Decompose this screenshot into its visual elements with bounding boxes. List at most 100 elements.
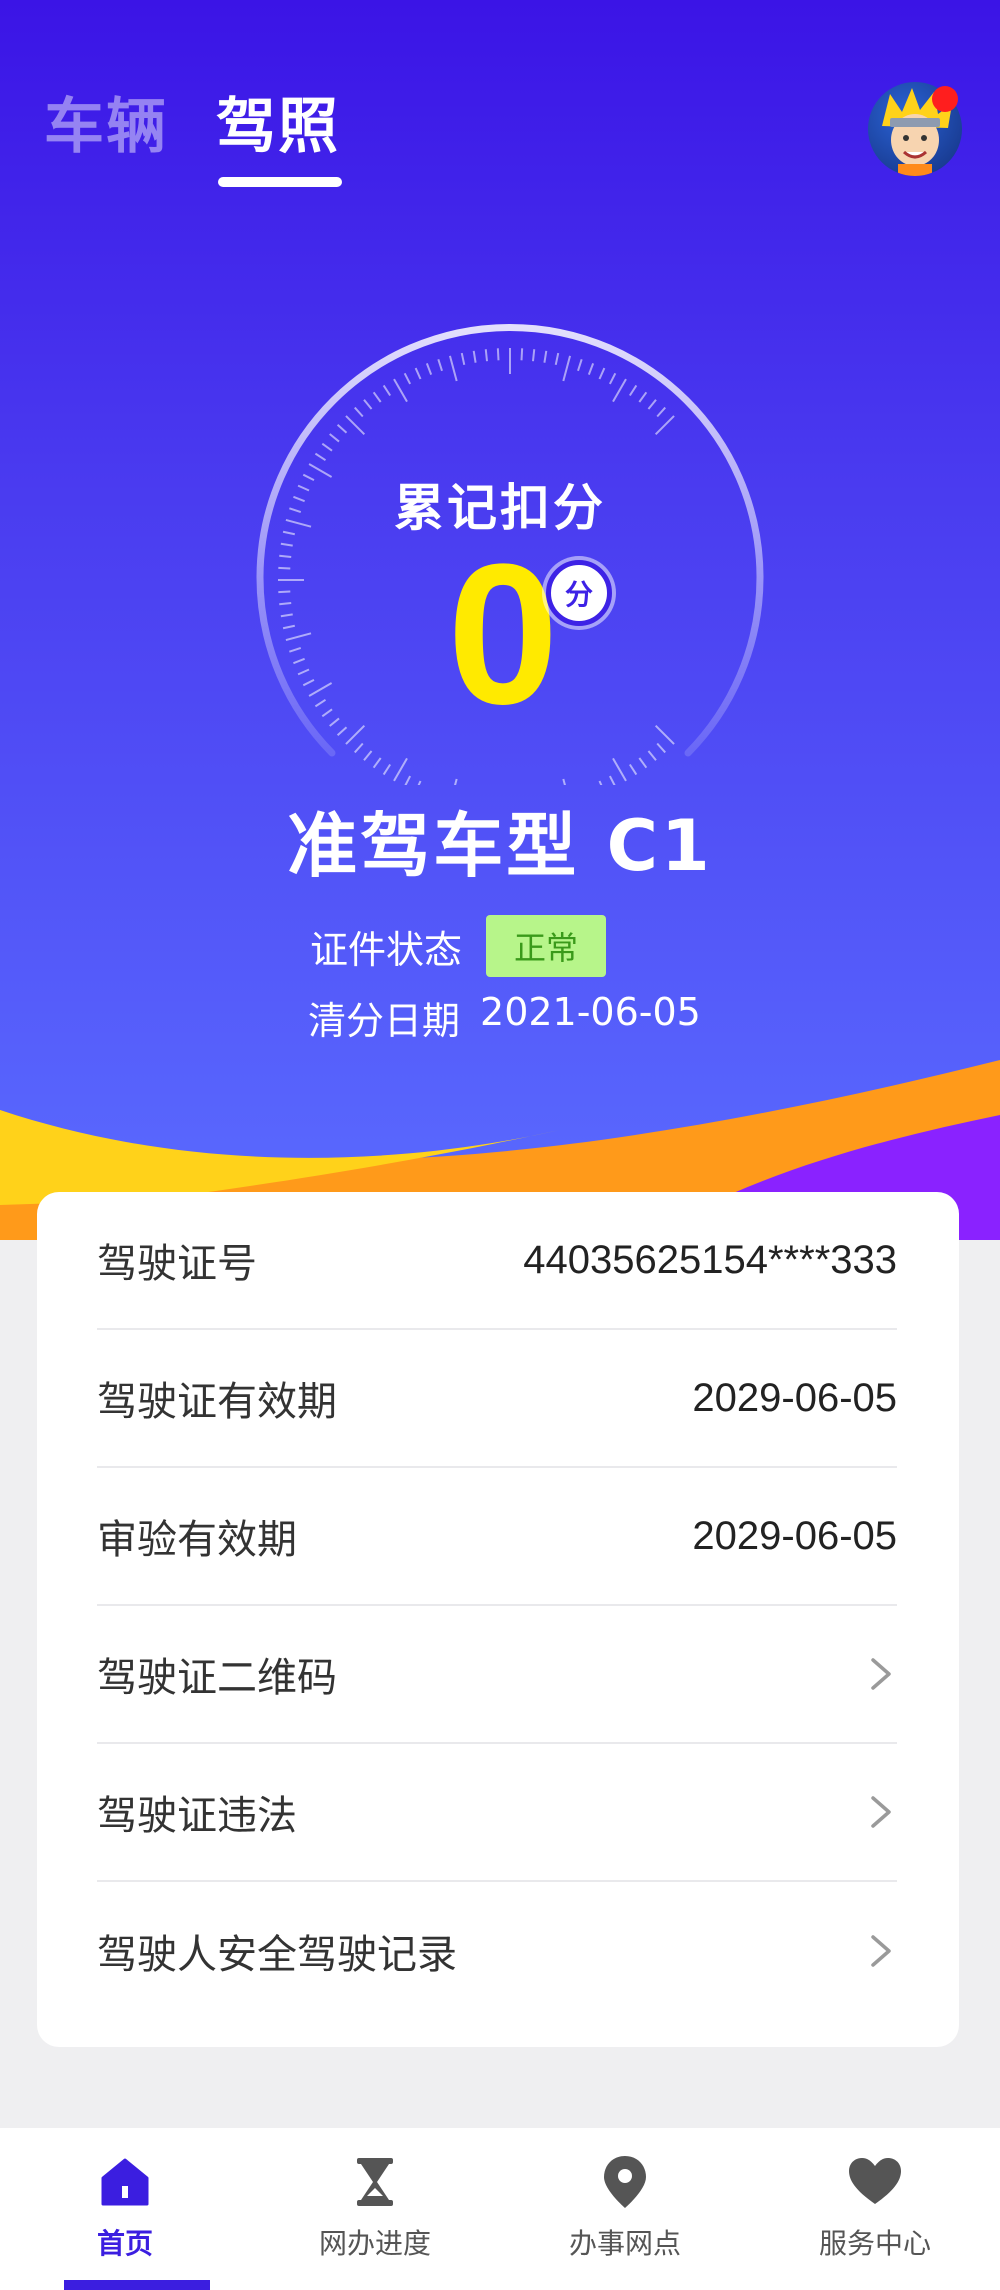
gauge-tick (285, 632, 312, 642)
license-number-value: 44035625154****333 (523, 1237, 897, 1282)
gauge-tick (472, 350, 477, 363)
nav-progress[interactable]: 网办进度 (250, 2128, 500, 2290)
gauge-tick (460, 352, 466, 366)
gauge-tick (279, 602, 292, 606)
gauge-tick (321, 708, 333, 718)
chevron-right-icon (871, 1796, 891, 1828)
gauge-tick (562, 355, 572, 382)
gauge-tick (393, 757, 408, 782)
top-tabs: 车辆 驾照 (44, 78, 342, 187)
gauge-tick (336, 726, 348, 736)
tab-vehicle[interactable]: 车辆 (44, 78, 168, 165)
gauge-tick (329, 717, 340, 727)
gauge-tick (329, 433, 340, 443)
gauge-tick (382, 763, 392, 776)
gauge-tick (403, 372, 412, 385)
nav-service-center[interactable]: 服务中心 (750, 2128, 1000, 2290)
inspection-validity-label: 审验有效期 (97, 1517, 297, 1563)
gauge-tick (280, 542, 293, 547)
gauge-tick (414, 367, 422, 380)
gauge-tick (278, 566, 291, 570)
gauge-tick (314, 452, 327, 462)
gauge-tick (354, 406, 364, 418)
status-row: 证件状态 正常 (310, 915, 607, 977)
gauge-tick (638, 757, 648, 769)
gauge-tick (654, 724, 675, 745)
gauge-tick (448, 355, 458, 382)
gauge-tick (647, 399, 657, 410)
gauge-tick (656, 406, 666, 418)
gauge-tick (321, 442, 333, 452)
gauge-tick (454, 778, 458, 785)
gauge-tick (280, 613, 293, 618)
gauge-tick (496, 348, 500, 361)
nav-home[interactable]: 首页 (0, 2128, 250, 2290)
hero-panel: 车辆 驾照 累记扣分 0 分 准驾车型 C1 证件状态 正常 清分日期 2021… (0, 0, 1000, 1240)
gauge-tick (382, 384, 392, 397)
gauge-tick (562, 778, 566, 785)
nav-home-label: 首页 (96, 2227, 153, 2260)
tab-driver-license[interactable]: 驾照 (216, 78, 342, 187)
notification-dot (932, 86, 958, 112)
gauge-tick (363, 750, 373, 761)
gauge-tick (484, 349, 488, 362)
safe-driving-record-row[interactable]: 驾驶人安全驾驶记录 (97, 1882, 897, 2020)
gauge-tick (520, 348, 524, 361)
inspection-validity-row: 审验有效期 2029-06-05 (97, 1468, 897, 1606)
safe-driving-record-label: 驾驶人安全驾驶记录 (97, 1932, 457, 1978)
gauge-tick (612, 378, 627, 403)
gauge-tick (598, 780, 603, 785)
gauge-tick (543, 350, 548, 363)
gauge-tick (302, 678, 315, 687)
gauge-tick (577, 359, 583, 372)
score-unit-badge: 分 (546, 560, 612, 626)
status-label: 证件状态 (310, 927, 463, 972)
license-type: 准驾车型 C1 (287, 805, 713, 887)
gauge-tick (282, 624, 296, 630)
gauge-tick (372, 391, 382, 403)
license-qrcode-label: 驾驶证二维码 (97, 1655, 337, 1701)
nav-service-points-label: 办事网点 (568, 2227, 681, 2260)
gauge-tick (628, 384, 638, 397)
license-qrcode-row[interactable]: 驾驶证二维码 (97, 1606, 897, 1744)
gauge-tick (372, 757, 382, 769)
gauge-tick (647, 750, 657, 761)
license-validity-row: 驾驶证有效期 2029-06-05 (97, 1330, 897, 1468)
license-validity-label: 驾驶证有效期 (97, 1379, 337, 1425)
license-number-row: 驾驶证号 44035625154****333 (97, 1192, 897, 1330)
gauge-tick (314, 698, 327, 708)
home-icon (101, 2158, 149, 2206)
license-number-label: 驾驶证号 (97, 1241, 257, 1287)
gauge-tick (608, 372, 617, 385)
location-pin-icon (604, 2156, 646, 2208)
gauge-tick (532, 349, 536, 362)
chevron-right-icon (871, 1658, 891, 1690)
gauge-tick (393, 378, 408, 403)
gauge-tick (612, 757, 627, 782)
gauge-tick (638, 391, 648, 403)
gauge-tick (608, 775, 616, 785)
nav-service-points[interactable]: 办事网点 (500, 2128, 750, 2290)
nav-active-indicator (64, 2280, 210, 2290)
gauge-tick (278, 590, 291, 594)
gauge-tick (404, 775, 412, 785)
gauge-tick (417, 780, 422, 785)
gauge-tick (354, 742, 364, 754)
gauge-tick (279, 554, 292, 558)
gauge-tick (628, 763, 638, 776)
gauge-tick (656, 742, 666, 754)
gauge-tick (598, 367, 606, 380)
gauge-tick (345, 724, 366, 745)
gauge-tick (297, 668, 310, 676)
chevron-right-icon (871, 1935, 891, 1967)
gauge-tick (289, 647, 302, 653)
license-violations-row[interactable]: 驾驶证违法 (97, 1744, 897, 1882)
gauge-tick (336, 424, 348, 434)
status-badge: 正常 (486, 915, 607, 977)
bottom-nav: 首页 网办进度 办事网点 服务中心 (0, 2128, 1000, 2290)
gauge-tick (425, 363, 433, 375)
license-details-card: 驾驶证号 44035625154****333 驾驶证有效期 2029-06-0… (37, 1192, 959, 2047)
heart-icon (849, 2158, 901, 2204)
gauge-tick (293, 657, 305, 665)
nav-service-center-label: 服务中心 (818, 2227, 931, 2260)
